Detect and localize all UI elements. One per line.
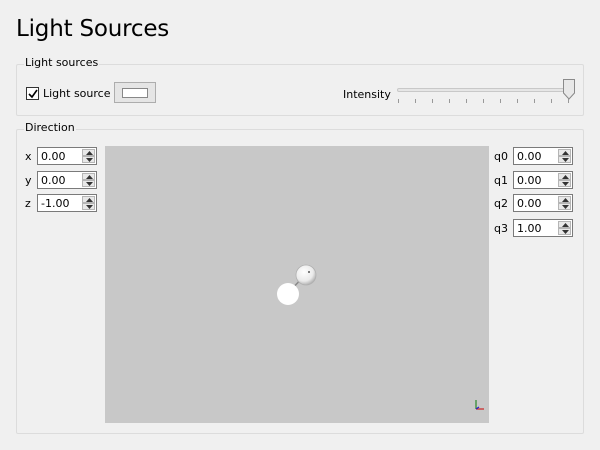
slider-tick: [466, 99, 467, 103]
z-spinbox[interactable]: -1.00: [37, 194, 97, 212]
q0-increment-button[interactable]: [558, 149, 571, 156]
checkmark-icon: [28, 89, 38, 99]
arrow-down-icon: [86, 158, 93, 162]
slider-tick: [551, 99, 552, 103]
arrow-down-icon: [562, 158, 569, 162]
light-source-label[interactable]: Light source: [43, 87, 110, 100]
q3-spinbox[interactable]: 1.00: [513, 219, 573, 237]
slider-tick: [432, 99, 433, 103]
q0-value[interactable]: 0.00: [517, 150, 542, 163]
y-decrement-button[interactable]: [82, 180, 95, 187]
q2-decrement-button[interactable]: [558, 203, 571, 210]
intensity-slider-handle[interactable]: [563, 79, 575, 100]
light-direction-gizmo[interactable]: [105, 146, 489, 423]
q0-decrement-button[interactable]: [558, 156, 571, 163]
x-value[interactable]: 0.00: [41, 150, 66, 163]
x-spinbox[interactable]: 0.00: [37, 147, 97, 165]
arrow-up-icon: [86, 151, 93, 155]
q3-label: q3: [494, 222, 508, 235]
arrow-down-icon: [562, 230, 569, 234]
arrow-up-icon: [562, 175, 569, 179]
arrow-down-icon: [562, 205, 569, 209]
q1-increment-button[interactable]: [558, 173, 571, 180]
q0-spinbox[interactable]: 0.00: [513, 147, 573, 165]
arrow-down-icon: [562, 182, 569, 186]
q2-value[interactable]: 0.00: [517, 197, 542, 210]
z-increment-button[interactable]: [82, 196, 95, 203]
light-color-swatch: [122, 88, 148, 98]
page-title: Light Sources: [16, 16, 170, 42]
q3-increment-button[interactable]: [558, 221, 571, 228]
arrow-up-icon: [562, 151, 569, 155]
q2-spinbox[interactable]: 0.00: [513, 194, 573, 212]
q1-label: q1: [494, 174, 508, 187]
direction-group-label: Direction: [24, 121, 76, 134]
intensity-label: Intensity: [343, 88, 391, 101]
y-label: y: [25, 174, 32, 187]
z-value[interactable]: -1.00: [41, 197, 69, 210]
light-source-sphere[interactable]: [295, 264, 317, 286]
slider-tick: [534, 99, 535, 103]
arrow-down-icon: [86, 182, 93, 186]
arrow-up-icon: [86, 175, 93, 179]
q2-increment-button[interactable]: [558, 196, 571, 203]
q2-label: q2: [494, 197, 508, 210]
axis-indicator-icon: [475, 400, 484, 410]
slider-tick: [500, 99, 501, 103]
x-increment-button[interactable]: [82, 149, 95, 156]
arrow-up-icon: [562, 198, 569, 202]
arrow-up-icon: [562, 223, 569, 227]
q3-value[interactable]: 1.00: [517, 222, 542, 235]
light-color-button[interactable]: [114, 82, 156, 103]
slider-tick: [415, 99, 416, 103]
arrow-down-icon: [86, 205, 93, 209]
z-label: z: [25, 197, 31, 210]
x-label: x: [25, 150, 32, 163]
q1-value[interactable]: 0.00: [517, 174, 542, 187]
light-origin-disc: [277, 283, 299, 305]
light-direction-viewport[interactable]: [105, 146, 489, 423]
sphere-highlight: [308, 271, 310, 273]
slider-tick: [483, 99, 484, 103]
slider-tick: [398, 99, 399, 103]
arrow-up-icon: [86, 198, 93, 202]
x-decrement-button[interactable]: [82, 156, 95, 163]
y-spinbox[interactable]: 0.00: [37, 171, 97, 189]
y-value[interactable]: 0.00: [41, 174, 66, 187]
slider-tick: [517, 99, 518, 103]
q1-spinbox[interactable]: 0.00: [513, 171, 573, 189]
slider-tick: [449, 99, 450, 103]
intensity-slider-groove[interactable]: [397, 88, 573, 92]
light-source-checkbox[interactable]: [26, 87, 39, 100]
q3-decrement-button[interactable]: [558, 228, 571, 235]
q0-label: q0: [494, 150, 508, 163]
light-sources-group-label: Light sources: [24, 56, 100, 69]
q1-decrement-button[interactable]: [558, 180, 571, 187]
y-increment-button[interactable]: [82, 173, 95, 180]
slider-tick: [568, 99, 569, 103]
z-decrement-button[interactable]: [82, 203, 95, 210]
